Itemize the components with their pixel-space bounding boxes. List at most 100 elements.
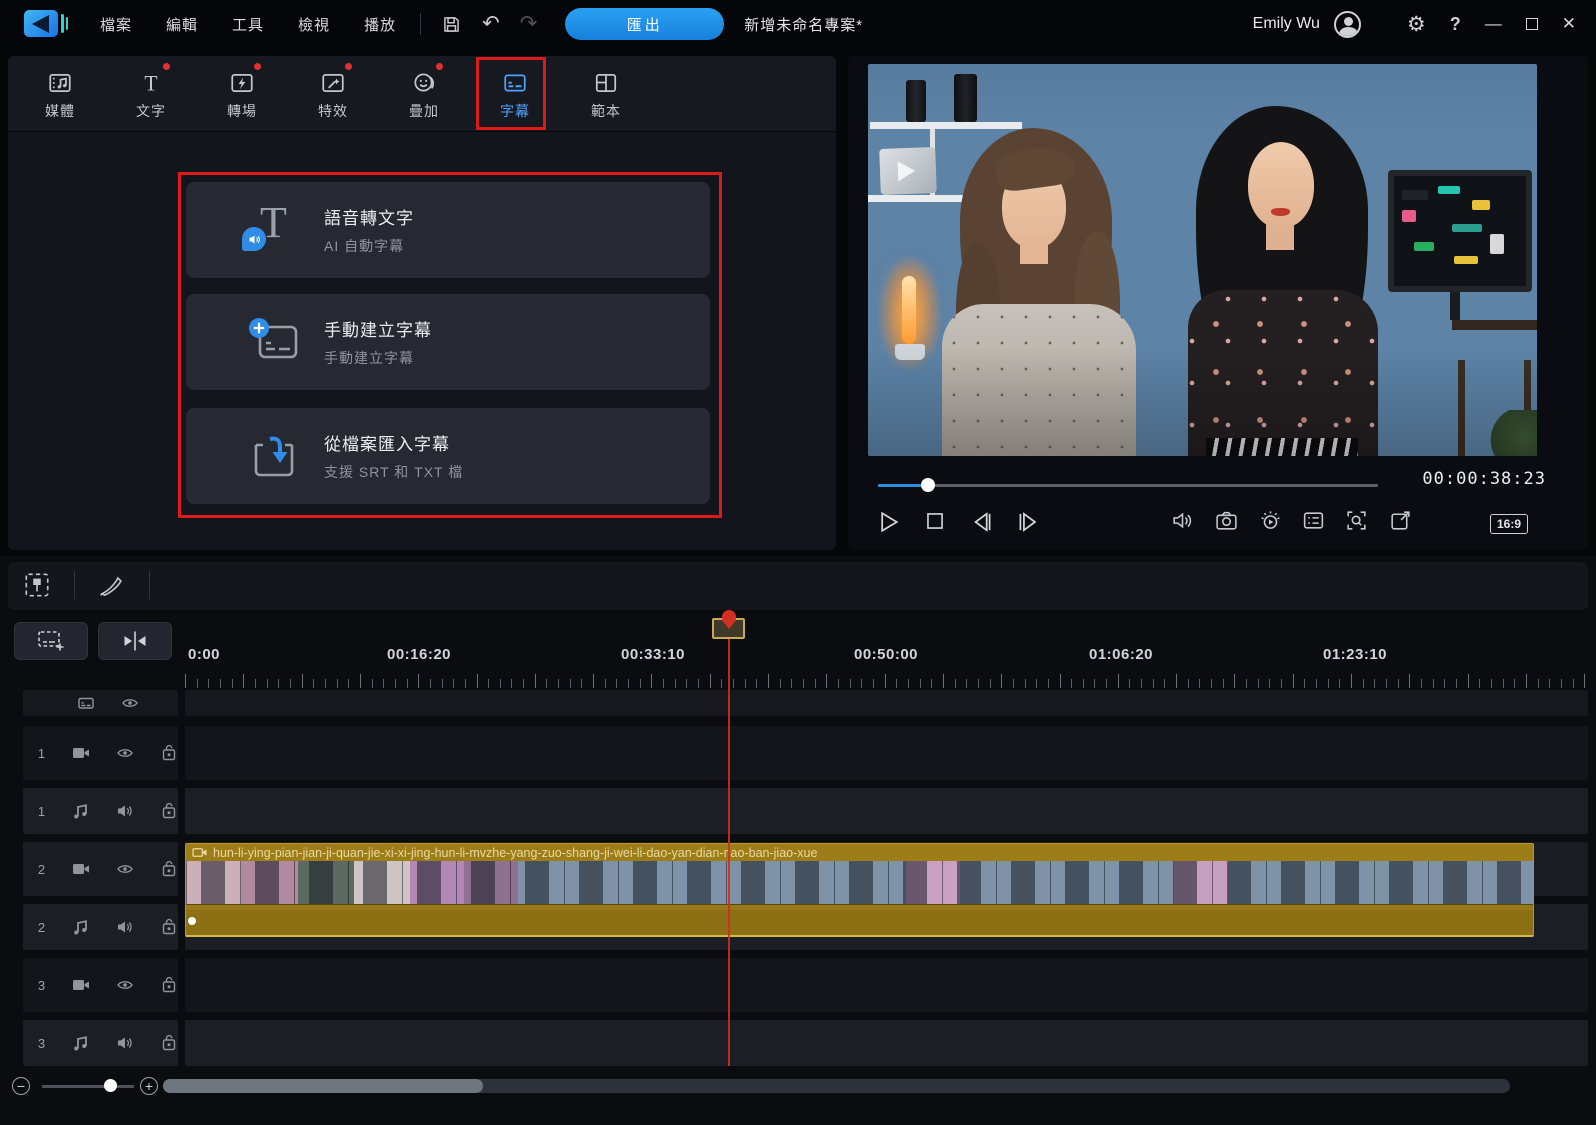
track-lane[interactable] [185,1020,1588,1066]
track-lane[interactable] [185,958,1588,1012]
tab-templates[interactable]: 範本 [570,56,642,131]
menu-tools[interactable]: 工具 [232,14,264,35]
visibility-toggle-icon[interactable] [116,976,134,994]
timeline-zoom-slider[interactable] [42,1085,134,1088]
preview-panel: 00:00:38:23 16:9 [848,56,1588,550]
visibility-toggle-icon[interactable] [116,860,134,878]
menu-file[interactable]: 檔案 [100,14,132,35]
option-import-subtitle[interactable]: 從檔案匯入字幕 支援 SRT 和 TXT 檔 [186,408,710,504]
track-header[interactable] [23,690,178,716]
redo-button[interactable]: ↷ [518,12,540,36]
visibility-toggle-icon[interactable] [121,694,139,712]
track-header[interactable]: 2 [23,904,178,950]
preview-zoom-icon[interactable] [1344,508,1369,533]
zoom-in-button[interactable]: + [140,1077,158,1095]
track-lane[interactable] [185,690,1588,716]
ruler-tick [931,679,932,688]
lock-toggle-icon[interactable] [160,918,178,936]
split-clip-button[interactable] [98,622,172,660]
lock-toggle-icon[interactable] [160,860,178,878]
menu-play[interactable]: 播放 [364,14,396,35]
voice-bubble-icon [242,227,266,251]
timeline-scrollbar[interactable] [163,1079,1510,1093]
playhead-pin[interactable] [722,610,736,620]
track-marker-tool[interactable] [22,570,52,600]
play-button[interactable] [874,508,902,536]
track-header[interactable]: 3 [23,1020,178,1066]
menu-edit[interactable]: 編輯 [166,14,198,35]
progress-handle[interactable] [921,478,935,492]
timeline-ruler[interactable]: 0:00 00:16:20 00:33:10 00:50:00 01:06:20… [185,644,1588,690]
track-header[interactable]: 2 [23,842,178,896]
ruler-tick [850,679,851,688]
ruler-tick [756,679,757,688]
speech-to-text-icon: T [244,205,310,255]
track-number: 1 [37,804,46,819]
export-button[interactable]: 匯出 [565,8,724,40]
redo-icon: ↷ [520,14,538,34]
lock-toggle-icon[interactable] [160,802,178,820]
track-header[interactable]: 1 [23,726,178,780]
aspect-ratio-badge[interactable]: 16:9 [1490,514,1528,534]
tab-text[interactable]: T 文字 [115,56,187,131]
user-name[interactable]: Emily Wu [1253,15,1320,33]
lock-toggle-icon[interactable] [160,744,178,762]
user-avatar-icon[interactable] [1334,11,1361,38]
tab-media[interactable]: 媒體 [24,56,96,131]
blade-cut-tool[interactable] [97,570,127,600]
audio-track-icon [72,918,90,936]
ruler-tick [943,674,944,688]
stop-button[interactable] [922,508,948,534]
lock-toggle-icon[interactable] [160,976,178,994]
video-preview[interactable] [868,64,1537,456]
playback-speed-icon[interactable] [1258,508,1283,533]
lock-toggle-icon[interactable] [160,1034,178,1052]
mute-toggle-icon[interactable] [116,918,134,936]
snapshot-icon[interactable] [1214,508,1239,533]
timeline-clip[interactable]: hun-li-ying-pian-jian-ji-quan-jie-xi-xi-… [185,843,1534,937]
ruler-tick [640,679,641,688]
minimize-button[interactable]: — [1485,14,1502,34]
audio-envelope-point[interactable] [188,917,196,925]
help-icon[interactable]: ? [1450,14,1461,35]
new-badge-dot [436,63,443,70]
visibility-toggle-icon[interactable] [116,744,134,762]
track-header[interactable]: 3 [23,958,178,1012]
close-button[interactable]: ✕ [1562,14,1576,34]
ruler-tick [442,679,443,688]
clip-list-icon[interactable] [1301,508,1326,533]
clip-video-icon [192,846,208,859]
timeline-zoom-handle[interactable] [104,1079,117,1092]
previous-frame-button[interactable] [968,508,996,536]
tab-overlay[interactable]: 疊加 [388,56,460,131]
next-frame-button[interactable] [1014,508,1042,536]
ruler-tick [710,674,711,688]
ruler-label: 00:50:00 [854,646,918,663]
menu-view[interactable]: 檢視 [298,14,330,35]
save-button[interactable] [439,12,464,37]
ruler-tick [313,679,314,688]
detach-preview-icon[interactable] [1388,508,1413,533]
zoom-out-button[interactable]: − [12,1077,30,1095]
track-lane[interactable] [185,726,1588,780]
ruler-tick [558,679,559,688]
option-manual-subtitle[interactable]: 手動建立字幕 手動建立字幕 [186,294,710,390]
tab-transitions[interactable]: 轉場 [206,56,278,131]
toolbar-divider [420,13,421,35]
ruler-tick [232,679,233,688]
mute-toggle-icon[interactable] [116,802,134,820]
undo-button[interactable]: ↶ [480,12,502,36]
tab-subtitles[interactable]: 字幕 [479,56,551,131]
volume-icon[interactable] [1170,508,1195,533]
timeline-scroll-thumb[interactable] [163,1079,483,1093]
track-lane[interactable] [185,788,1588,834]
tab-effects[interactable]: 特效 [297,56,369,131]
option-speech-to-text[interactable]: T 語音轉文字 AI 自動字幕 [186,182,710,278]
settings-gear-icon[interactable]: ⚙ [1407,12,1426,37]
maximize-button[interactable] [1526,18,1538,30]
track-header[interactable]: 1 [23,788,178,834]
add-subtitle-button[interactable] [14,622,88,660]
progress-track[interactable] [878,484,1378,487]
mute-toggle-icon[interactable] [116,1034,134,1052]
playback-progress[interactable] [878,477,1378,493]
